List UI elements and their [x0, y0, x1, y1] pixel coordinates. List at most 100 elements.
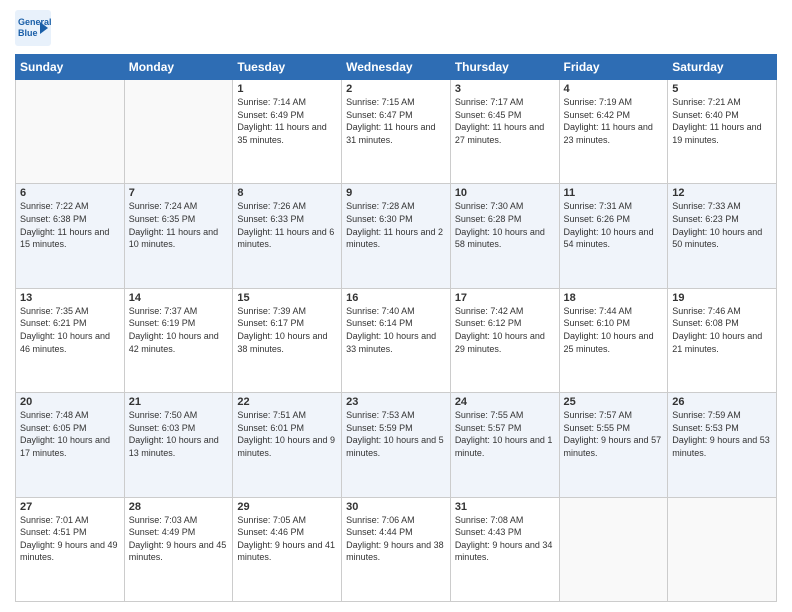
day-info: Sunrise: 7:08 AM Sunset: 4:43 PM Dayligh…: [455, 514, 555, 564]
calendar-week-0: 1Sunrise: 7:14 AM Sunset: 6:49 PM Daylig…: [16, 80, 777, 184]
day-info: Sunrise: 7:33 AM Sunset: 6:23 PM Dayligh…: [672, 200, 772, 250]
day-info: Sunrise: 7:03 AM Sunset: 4:49 PM Dayligh…: [129, 514, 229, 564]
day-info: Sunrise: 7:30 AM Sunset: 6:28 PM Dayligh…: [455, 200, 555, 250]
day-info: Sunrise: 7:37 AM Sunset: 6:19 PM Dayligh…: [129, 305, 229, 355]
col-sunday: Sunday: [16, 55, 125, 80]
day-info: Sunrise: 7:19 AM Sunset: 6:42 PM Dayligh…: [564, 96, 664, 146]
table-row: 1Sunrise: 7:14 AM Sunset: 6:49 PM Daylig…: [233, 80, 342, 184]
day-info: Sunrise: 7:06 AM Sunset: 4:44 PM Dayligh…: [346, 514, 446, 564]
table-row: 14Sunrise: 7:37 AM Sunset: 6:19 PM Dayli…: [124, 288, 233, 392]
day-info: Sunrise: 7:55 AM Sunset: 5:57 PM Dayligh…: [455, 409, 555, 459]
page: GeneralBlue Sunday Monday Tuesday Wednes…: [0, 0, 792, 612]
svg-text:General: General: [18, 17, 51, 27]
day-number: 28: [129, 501, 229, 513]
table-row: 12Sunrise: 7:33 AM Sunset: 6:23 PM Dayli…: [668, 184, 777, 288]
calendar-week-2: 13Sunrise: 7:35 AM Sunset: 6:21 PM Dayli…: [16, 288, 777, 392]
table-row: 15Sunrise: 7:39 AM Sunset: 6:17 PM Dayli…: [233, 288, 342, 392]
table-row: 24Sunrise: 7:55 AM Sunset: 5:57 PM Dayli…: [450, 393, 559, 497]
svg-text:Blue: Blue: [18, 28, 38, 38]
day-number: 27: [20, 501, 120, 513]
table-row: 30Sunrise: 7:06 AM Sunset: 4:44 PM Dayli…: [342, 497, 451, 601]
table-row: [124, 80, 233, 184]
day-info: Sunrise: 7:15 AM Sunset: 6:47 PM Dayligh…: [346, 96, 446, 146]
day-info: Sunrise: 7:22 AM Sunset: 6:38 PM Dayligh…: [20, 200, 120, 250]
table-row: [559, 497, 668, 601]
table-row: 6Sunrise: 7:22 AM Sunset: 6:38 PM Daylig…: [16, 184, 125, 288]
day-info: Sunrise: 7:31 AM Sunset: 6:26 PM Dayligh…: [564, 200, 664, 250]
header: GeneralBlue: [15, 10, 777, 46]
day-number: 21: [129, 396, 229, 408]
logo-icon: GeneralBlue: [15, 10, 51, 46]
col-saturday: Saturday: [668, 55, 777, 80]
day-number: 25: [564, 396, 664, 408]
table-row: 17Sunrise: 7:42 AM Sunset: 6:12 PM Dayli…: [450, 288, 559, 392]
day-number: 14: [129, 292, 229, 304]
day-number: 7: [129, 187, 229, 199]
day-number: 22: [237, 396, 337, 408]
table-row: 27Sunrise: 7:01 AM Sunset: 4:51 PM Dayli…: [16, 497, 125, 601]
calendar-body: 1Sunrise: 7:14 AM Sunset: 6:49 PM Daylig…: [16, 80, 777, 602]
day-number: 6: [20, 187, 120, 199]
calendar-table: Sunday Monday Tuesday Wednesday Thursday…: [15, 54, 777, 602]
day-number: 2: [346, 83, 446, 95]
table-row: 20Sunrise: 7:48 AM Sunset: 6:05 PM Dayli…: [16, 393, 125, 497]
calendar-header: Sunday Monday Tuesday Wednesday Thursday…: [16, 55, 777, 80]
day-info: Sunrise: 7:53 AM Sunset: 5:59 PM Dayligh…: [346, 409, 446, 459]
table-row: 18Sunrise: 7:44 AM Sunset: 6:10 PM Dayli…: [559, 288, 668, 392]
day-info: Sunrise: 7:17 AM Sunset: 6:45 PM Dayligh…: [455, 96, 555, 146]
day-number: 12: [672, 187, 772, 199]
col-wednesday: Wednesday: [342, 55, 451, 80]
day-number: 24: [455, 396, 555, 408]
table-row: 16Sunrise: 7:40 AM Sunset: 6:14 PM Dayli…: [342, 288, 451, 392]
day-info: Sunrise: 7:50 AM Sunset: 6:03 PM Dayligh…: [129, 409, 229, 459]
day-info: Sunrise: 7:14 AM Sunset: 6:49 PM Dayligh…: [237, 96, 337, 146]
table-row: 11Sunrise: 7:31 AM Sunset: 6:26 PM Dayli…: [559, 184, 668, 288]
day-number: 26: [672, 396, 772, 408]
table-row: 19Sunrise: 7:46 AM Sunset: 6:08 PM Dayli…: [668, 288, 777, 392]
calendar-week-4: 27Sunrise: 7:01 AM Sunset: 4:51 PM Dayli…: [16, 497, 777, 601]
header-row: Sunday Monday Tuesday Wednesday Thursday…: [16, 55, 777, 80]
col-monday: Monday: [124, 55, 233, 80]
day-number: 8: [237, 187, 337, 199]
day-number: 5: [672, 83, 772, 95]
day-info: Sunrise: 7:59 AM Sunset: 5:53 PM Dayligh…: [672, 409, 772, 459]
day-info: Sunrise: 7:05 AM Sunset: 4:46 PM Dayligh…: [237, 514, 337, 564]
day-number: 17: [455, 292, 555, 304]
day-number: 19: [672, 292, 772, 304]
day-info: Sunrise: 7:40 AM Sunset: 6:14 PM Dayligh…: [346, 305, 446, 355]
day-info: Sunrise: 7:01 AM Sunset: 4:51 PM Dayligh…: [20, 514, 120, 564]
day-number: 9: [346, 187, 446, 199]
table-row: 22Sunrise: 7:51 AM Sunset: 6:01 PM Dayli…: [233, 393, 342, 497]
day-info: Sunrise: 7:21 AM Sunset: 6:40 PM Dayligh…: [672, 96, 772, 146]
table-row: 26Sunrise: 7:59 AM Sunset: 5:53 PM Dayli…: [668, 393, 777, 497]
table-row: 3Sunrise: 7:17 AM Sunset: 6:45 PM Daylig…: [450, 80, 559, 184]
day-info: Sunrise: 7:51 AM Sunset: 6:01 PM Dayligh…: [237, 409, 337, 459]
table-row: 13Sunrise: 7:35 AM Sunset: 6:21 PM Dayli…: [16, 288, 125, 392]
day-info: Sunrise: 7:42 AM Sunset: 6:12 PM Dayligh…: [455, 305, 555, 355]
table-row: 28Sunrise: 7:03 AM Sunset: 4:49 PM Dayli…: [124, 497, 233, 601]
day-number: 29: [237, 501, 337, 513]
day-number: 1: [237, 83, 337, 95]
day-number: 4: [564, 83, 664, 95]
col-tuesday: Tuesday: [233, 55, 342, 80]
day-info: Sunrise: 7:44 AM Sunset: 6:10 PM Dayligh…: [564, 305, 664, 355]
table-row: [16, 80, 125, 184]
day-number: 15: [237, 292, 337, 304]
day-number: 10: [455, 187, 555, 199]
table-row: 4Sunrise: 7:19 AM Sunset: 6:42 PM Daylig…: [559, 80, 668, 184]
day-info: Sunrise: 7:35 AM Sunset: 6:21 PM Dayligh…: [20, 305, 120, 355]
day-info: Sunrise: 7:48 AM Sunset: 6:05 PM Dayligh…: [20, 409, 120, 459]
table-row: 9Sunrise: 7:28 AM Sunset: 6:30 PM Daylig…: [342, 184, 451, 288]
day-number: 13: [20, 292, 120, 304]
day-number: 11: [564, 187, 664, 199]
table-row: 8Sunrise: 7:26 AM Sunset: 6:33 PM Daylig…: [233, 184, 342, 288]
day-info: Sunrise: 7:24 AM Sunset: 6:35 PM Dayligh…: [129, 200, 229, 250]
col-thursday: Thursday: [450, 55, 559, 80]
day-number: 18: [564, 292, 664, 304]
table-row: 10Sunrise: 7:30 AM Sunset: 6:28 PM Dayli…: [450, 184, 559, 288]
day-number: 3: [455, 83, 555, 95]
table-row: [668, 497, 777, 601]
table-row: 29Sunrise: 7:05 AM Sunset: 4:46 PM Dayli…: [233, 497, 342, 601]
day-number: 30: [346, 501, 446, 513]
day-info: Sunrise: 7:57 AM Sunset: 5:55 PM Dayligh…: [564, 409, 664, 459]
